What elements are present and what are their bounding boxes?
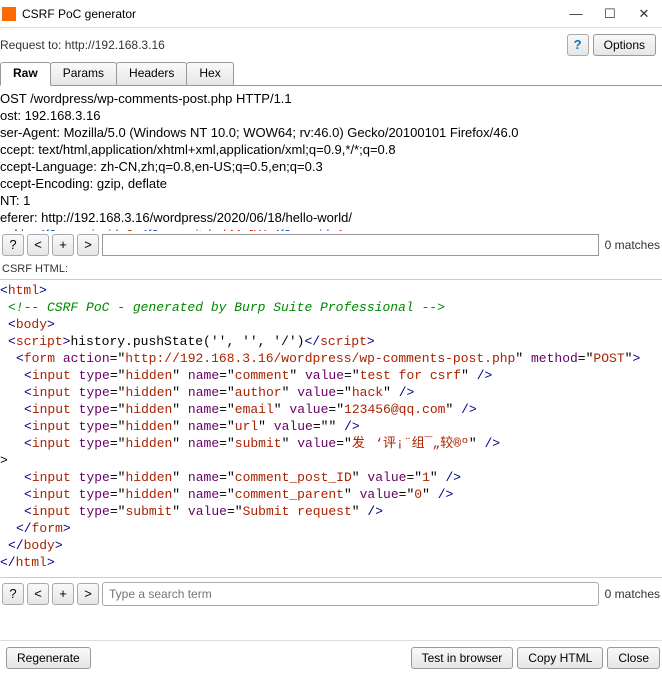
poc-input-line: <input type="hidden" name="submit" value… — [0, 435, 662, 452]
titlebar: CSRF PoC generator — ☐ ✕ — [0, 0, 662, 28]
req-line: ccept-Language: zh-CN,zh;q=0.8,en-US;q=0… — [0, 158, 662, 175]
app-icon — [2, 7, 16, 21]
footer-bar: Regenerate Test in browser Copy HTML Clo… — [0, 640, 662, 675]
close-button[interactable]: Close — [607, 647, 660, 669]
req-line: ser-Agent: Mozilla/5.0 (Windows NT 10.0;… — [0, 124, 662, 141]
prev-match-button-2[interactable]: < — [27, 583, 49, 605]
tab-headers[interactable]: Headers — [116, 62, 187, 85]
search-input-request[interactable] — [102, 234, 599, 256]
regenerate-button[interactable]: Regenerate — [6, 647, 91, 669]
req-line: ccept: text/html,application/xhtml+xml,a… — [0, 141, 662, 158]
request-bar: Request to: http://192.168.3.16 ? Option… — [0, 28, 662, 62]
req-line: eferer: http://192.168.3.16/wordpress/20… — [0, 209, 662, 226]
csrf-html-area[interactable]: <html> <!-- CSRF PoC - generated by Burp… — [0, 279, 662, 577]
close-window-button[interactable]: ✕ — [636, 6, 652, 22]
search-input-html[interactable] — [102, 582, 599, 606]
test-in-browser-button[interactable]: Test in browser — [411, 647, 514, 669]
options-button[interactable]: Options — [593, 34, 656, 56]
next-match-button-1[interactable]: > — [77, 234, 99, 256]
prev-match-button-1[interactable]: < — [27, 234, 49, 256]
req-line: ost: 192.168.3.16 — [0, 107, 662, 124]
req-line: NT: 1 — [0, 192, 662, 209]
tab-hex[interactable]: Hex — [186, 62, 233, 85]
copy-html-button[interactable]: Copy HTML — [517, 647, 603, 669]
search-bar-request: ? < + > 0 matches — [0, 231, 662, 259]
poc-input-line: <input type="hidden" name="email" value=… — [0, 401, 662, 418]
poc-input-line: <input type="hidden" name="comment_post_… — [0, 469, 662, 486]
minimize-button[interactable]: — — [568, 6, 584, 22]
poc-input-line: <input type="submit" value="Submit reque… — [0, 503, 662, 520]
csrf-html-label: CSRF HTML: — [0, 259, 662, 279]
poc-input-line: <input type="hidden" name="url" value=""… — [0, 418, 662, 435]
maximize-button[interactable]: ☐ — [602, 6, 618, 22]
window-controls: — ☐ ✕ — [568, 6, 652, 22]
help-button-search2[interactable]: ? — [2, 583, 24, 605]
help-button-search1[interactable]: ? — [2, 234, 24, 256]
req-line: OST /wordpress/wp-comments-post.php HTTP… — [0, 90, 662, 107]
tab-params[interactable]: Params — [50, 62, 117, 85]
request-to-label: Request to: http://192.168.3.16 — [0, 38, 165, 52]
search-bar-html: ? < + > 0 matches — [0, 577, 662, 610]
poc-input-line: <input type="hidden" name="comment_paren… — [0, 486, 662, 503]
add-button-1[interactable]: + — [52, 234, 74, 256]
next-match-button-2[interactable]: > — [77, 583, 99, 605]
add-button-2[interactable]: + — [52, 583, 74, 605]
req-line: ccept-Encoding: gzip, deflate — [0, 175, 662, 192]
tabs: Raw Params Headers Hex — [0, 62, 662, 86]
window-title: CSRF PoC generator — [22, 7, 568, 21]
request-text[interactable]: OST /wordpress/wp-comments-post.php HTTP… — [0, 86, 662, 231]
matches-count-1: 0 matches — [605, 238, 660, 252]
tab-raw[interactable]: Raw — [0, 62, 51, 86]
matches-count-2: 0 matches — [605, 587, 660, 601]
poc-input-line: <input type="hidden" name="comment" valu… — [0, 367, 662, 384]
help-button-top[interactable]: ? — [567, 34, 589, 56]
poc-input-line: <input type="hidden" name="author" value… — [0, 384, 662, 401]
